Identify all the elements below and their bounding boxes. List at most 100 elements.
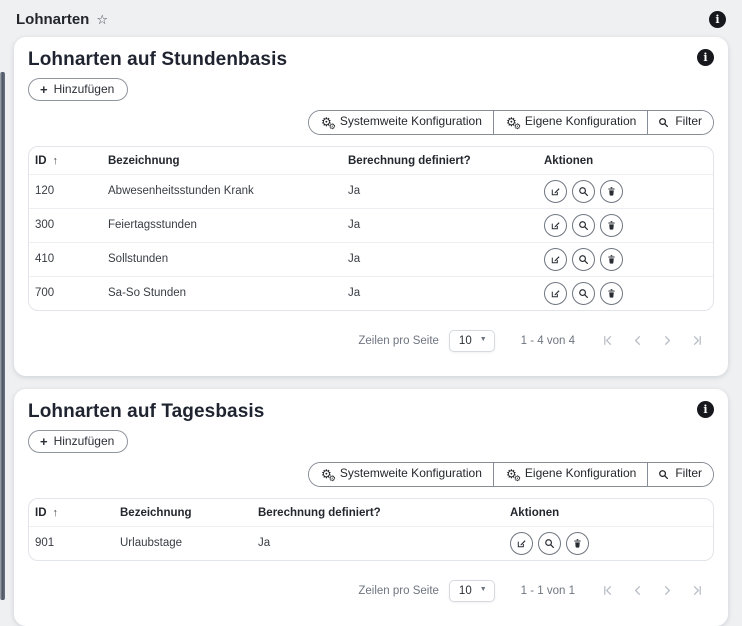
left-scrollbar[interactable]: [0, 72, 5, 600]
card-title: Lohnarten auf Tagesbasis: [28, 401, 264, 423]
chevron-left-icon: [631, 334, 644, 347]
table-tagesbasis: ID ↑ Bezeichnung Berechnung definiert? A…: [28, 498, 714, 561]
filter-label: Filter: [675, 466, 702, 482]
edit-icon: [550, 220, 561, 231]
config-button-group: ⚙⚙ Systemweite Konfiguration ⚙⚙ Eigene K…: [308, 462, 714, 487]
view-button[interactable]: [572, 180, 595, 203]
view-button[interactable]: [572, 214, 595, 237]
systemwide-config-label: Systemweite Konfiguration: [340, 466, 482, 482]
column-header-id[interactable]: ID ↑: [29, 147, 102, 174]
edit-button[interactable]: [510, 532, 533, 555]
column-header-aktionen: Aktionen: [538, 147, 713, 174]
previous-page-button[interactable]: [631, 584, 644, 597]
search-icon: [578, 254, 589, 265]
edit-button[interactable]: [544, 282, 567, 305]
gears-icon: ⚙⚙: [319, 116, 334, 128]
chevron-right-icon: [661, 584, 674, 597]
sort-asc-icon: ↑: [53, 155, 59, 167]
config-button-group: ⚙⚙ Systemweite Konfiguration ⚙⚙ Eigene K…: [308, 110, 714, 135]
cell-bezeichnung: Abwesenheitsstunden Krank: [102, 177, 342, 206]
edit-icon: [516, 538, 527, 549]
trash-icon: [572, 538, 583, 549]
systemwide-config-button[interactable]: ⚙⚙ Systemweite Konfiguration: [309, 463, 493, 486]
view-button[interactable]: [572, 282, 595, 305]
table-header-row: ID ↑ Bezeichnung Berechnung definiert? A…: [29, 499, 713, 526]
last-page-icon: [691, 584, 704, 597]
column-header-berechnung: Berechnung definiert?: [342, 147, 538, 174]
cell-bezeichnung: Feiertagsstunden: [102, 211, 342, 240]
delete-button[interactable]: [600, 214, 623, 237]
edit-icon: [550, 254, 561, 265]
search-icon: [544, 538, 555, 549]
column-header-bezeichnung: Bezeichnung: [102, 147, 342, 174]
trash-icon: [606, 186, 617, 197]
filter-button[interactable]: Filter: [647, 463, 713, 486]
edit-button[interactable]: [544, 248, 567, 271]
column-header-berechnung: Berechnung definiert?: [252, 499, 504, 526]
filter-button[interactable]: Filter: [647, 111, 713, 134]
column-header-aktionen: Aktionen: [504, 499, 713, 526]
chevron-left-icon: [631, 584, 644, 597]
view-button[interactable]: [572, 248, 595, 271]
pagination-range: 1 - 4 von 4: [521, 335, 575, 347]
own-config-button[interactable]: ⚙⚙ Eigene Konfiguration: [493, 463, 647, 486]
card-info-icon[interactable]: i: [697, 401, 714, 418]
first-page-button[interactable]: [601, 334, 614, 347]
next-page-button[interactable]: [661, 334, 674, 347]
table-row: 120 Abwesenheitsstunden Krank Ja: [29, 174, 713, 208]
delete-button[interactable]: [600, 180, 623, 203]
rows-per-page-select[interactable]: 10 ▼: [449, 330, 495, 352]
next-page-button[interactable]: [661, 584, 674, 597]
card-title: Lohnarten auf Stundenbasis: [28, 49, 287, 71]
column-header-id[interactable]: ID ↑: [29, 499, 114, 526]
trash-icon: [606, 288, 617, 299]
table-row: 901 Urlaubstage Ja: [29, 526, 713, 560]
last-page-button[interactable]: [691, 584, 704, 597]
cell-bezeichnung: Sollstunden: [102, 245, 342, 274]
plus-icon: +: [40, 83, 48, 96]
edit-icon: [550, 186, 561, 197]
edit-button[interactable]: [544, 214, 567, 237]
gears-icon: ⚙⚙: [504, 116, 519, 128]
first-page-icon: [601, 334, 614, 347]
favorite-star-icon[interactable]: ☆: [96, 13, 108, 26]
trash-icon: [606, 254, 617, 265]
last-page-button[interactable]: [691, 334, 704, 347]
cell-berechnung: Ja: [342, 211, 538, 240]
gears-icon: ⚙⚙: [504, 468, 519, 480]
cell-bezeichnung: Urlaubstage: [114, 529, 252, 558]
caret-down-icon: ▼: [480, 586, 487, 593]
own-config-button[interactable]: ⚙⚙ Eigene Konfiguration: [493, 111, 647, 134]
cell-berechnung: Ja: [342, 177, 538, 206]
rows-per-page-value: 10: [459, 585, 472, 597]
card-info-icon[interactable]: i: [697, 49, 714, 66]
systemwide-config-button[interactable]: ⚙⚙ Systemweite Konfiguration: [309, 111, 493, 134]
delete-button[interactable]: [600, 282, 623, 305]
last-page-icon: [691, 334, 704, 347]
card-tagesbasis: Lohnarten auf Tagesbasis i + Hinzufügen …: [14, 389, 728, 626]
filter-label: Filter: [675, 114, 702, 130]
cell-id: 300: [29, 211, 102, 240]
edit-button[interactable]: [544, 180, 567, 203]
page-info-icon[interactable]: i: [709, 11, 726, 28]
sort-asc-icon: ↑: [53, 507, 59, 519]
plus-icon: +: [40, 435, 48, 448]
first-page-button[interactable]: [601, 584, 614, 597]
previous-page-button[interactable]: [631, 334, 644, 347]
cell-berechnung: Ja: [342, 245, 538, 274]
pagination-range: 1 - 1 von 1: [521, 585, 575, 597]
delete-button[interactable]: [566, 532, 589, 555]
table-header-row: ID ↑ Bezeichnung Berechnung definiert? A…: [29, 147, 713, 174]
view-button[interactable]: [538, 532, 561, 555]
add-button[interactable]: + Hinzufügen: [28, 78, 128, 101]
pagination: Zeilen pro Seite 10 ▼ 1 - 1 von 1: [28, 574, 714, 616]
add-button[interactable]: + Hinzufügen: [28, 430, 128, 453]
search-icon: [578, 186, 589, 197]
column-header-bezeichnung: Bezeichnung: [114, 499, 252, 526]
page-title: Lohnarten: [16, 11, 89, 28]
rows-per-page-select[interactable]: 10 ▼: [449, 580, 495, 602]
cell-id: 120: [29, 177, 102, 206]
delete-button[interactable]: [600, 248, 623, 271]
rows-per-page-value: 10: [459, 335, 472, 347]
table-row: 700 Sa-So Stunden Ja: [29, 276, 713, 310]
